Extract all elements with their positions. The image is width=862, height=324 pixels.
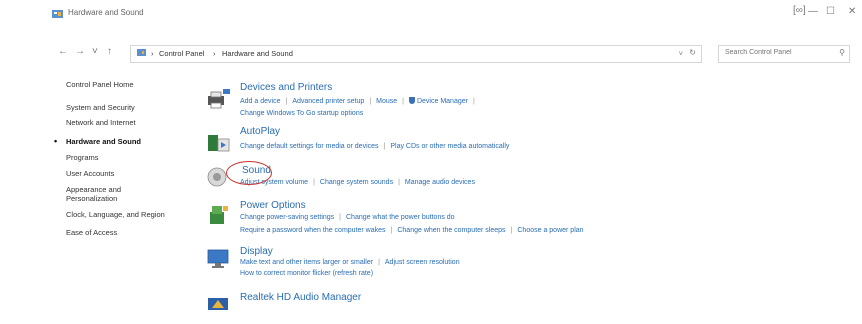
change-power-saving-link[interactable]: Change power-saving settings — [240, 214, 334, 221]
devices-and-printers-link[interactable]: Devices and Printers — [240, 82, 332, 93]
sidebar-item-control-panel-home[interactable]: Control Panel Home — [66, 80, 134, 89]
printer-icon — [208, 89, 230, 109]
sidebar-item-clock-language-region[interactable]: Clock, Language, and Region — [66, 210, 165, 219]
link-row: Change power-saving settings | Change what… — [240, 214, 455, 221]
recent-locations-button[interactable]: ˅ — [92, 46, 98, 57]
chevron-down-icon[interactable]: ˅ — [679, 49, 683, 58]
address-bar: ← → ˅ ↑ › Control Panel › Hardware and S… — [0, 40, 862, 63]
separator: | — [398, 179, 400, 186]
change-power-buttons-link[interactable]: Change what the power buttons do — [346, 214, 455, 221]
separator: | — [313, 179, 315, 186]
change-default-settings-link[interactable]: Change default settings for media or dev… — [240, 143, 379, 150]
adjust-screen-resolution-link[interactable]: Adjust screen resolution — [385, 259, 460, 266]
change-windows-to-go-link[interactable]: Change Windows To Go startup options — [240, 110, 363, 117]
link-row: Adjust system volume | Change system sound… — [240, 179, 475, 186]
minimize-button[interactable]: — — [808, 6, 818, 17]
play-cds-link[interactable]: Play CDs or other media automatically — [390, 143, 509, 150]
link-row: How to correct monitor flicker (refresh … — [240, 270, 373, 277]
link-row: Make text and other items larger or smal… — [240, 259, 460, 266]
sidebar-item-network-and-internet[interactable]: Network and Internet — [66, 118, 136, 127]
up-button[interactable]: ↑ — [107, 46, 112, 57]
link-row: Change default settings for media or dev… — [240, 143, 509, 150]
separator: | — [472, 98, 475, 105]
title-bar: Hardware and Sound [∞] — ☐ ✕ — [0, 0, 862, 28]
forward-button[interactable]: → — [75, 46, 85, 57]
mouse-link[interactable]: Mouse — [376, 98, 397, 105]
separator: | — [339, 214, 341, 221]
sidebar-item-label: Hardware and Sound — [66, 137, 142, 146]
link-row: Require a password when the computer wak… — [240, 227, 584, 234]
sidebar-item-ease-of-access[interactable]: Ease of Access — [66, 228, 117, 237]
advanced-printer-setup-link[interactable]: Advanced printer setup — [292, 98, 364, 105]
manage-audio-devices-link[interactable]: Manage audio devices — [405, 179, 475, 186]
sidebar-item-personalization[interactable]: Personalization — [66, 194, 117, 203]
breadcrumb-control-panel[interactable]: Control Panel — [159, 49, 204, 58]
breadcrumb-separator: › — [213, 49, 216, 58]
annotation-circle — [226, 161, 272, 185]
extra-icon[interactable]: [∞] — [793, 5, 806, 16]
sidebar-item-appearance[interactable]: Appearance and — [66, 185, 121, 194]
separator: | — [390, 227, 393, 234]
back-button[interactable]: ← — [58, 46, 68, 57]
sidebar-item-programs[interactable]: Programs — [66, 153, 99, 162]
window-title: Hardware and Sound — [68, 8, 144, 17]
autoplay-link[interactable]: AutoPlay — [240, 126, 280, 137]
display-link[interactable]: Display — [240, 246, 273, 257]
autoplay-icon — [208, 135, 230, 152]
power-options-link[interactable]: Power Options — [240, 200, 306, 211]
breadcrumb[interactable]: › Control Panel › Hardware and Sound ˅ ↻ — [130, 45, 702, 63]
control-panel-small-icon — [137, 49, 146, 56]
search-icon[interactable]: ⚲ — [839, 48, 845, 57]
close-button[interactable]: ✕ — [848, 6, 856, 17]
realtek-audio-icon — [208, 298, 228, 310]
device-manager-link[interactable]: Device Manager — [417, 98, 468, 105]
choose-power-plan-link[interactable]: Choose a power plan — [517, 227, 583, 234]
separator: | — [383, 143, 386, 150]
require-password-link[interactable]: Require a password when the computer wak… — [240, 227, 386, 234]
sidebar-item-system-and-security[interactable]: System and Security — [66, 103, 135, 112]
link-row: Add a device | Advanced printer setup | Mous… — [240, 97, 480, 105]
active-bullet: • — [54, 136, 58, 146]
separator: | — [285, 98, 288, 105]
power-options-icon — [210, 206, 228, 224]
refresh-icon[interactable]: ↻ — [689, 48, 696, 57]
realtek-hd-audio-manager-link[interactable]: Realtek HD Audio Manager — [240, 292, 361, 303]
link-row: Change Windows To Go startup options — [240, 110, 363, 117]
maximize-button[interactable]: ☐ — [826, 6, 835, 17]
make-text-larger-link[interactable]: Make text and other items larger or smal… — [240, 259, 373, 266]
separator: | — [369, 98, 372, 105]
shield-icon — [408, 97, 415, 104]
search-box[interactable]: ⚲ — [718, 45, 850, 63]
change-system-sounds-link[interactable]: Change system sounds — [320, 179, 393, 186]
separator: | — [402, 98, 404, 105]
breadcrumb-hardware-and-sound[interactable]: Hardware and Sound — [222, 49, 293, 58]
separator: | — [378, 259, 380, 266]
change-sleep-link[interactable]: Change when the computer sleeps — [397, 227, 505, 234]
sidebar-item-user-accounts[interactable]: User Accounts — [66, 169, 114, 178]
monitor-flicker-link[interactable]: How to correct monitor flicker (refresh … — [240, 270, 373, 277]
add-device-link[interactable]: Add a device — [240, 98, 280, 105]
search-input[interactable] — [725, 49, 825, 56]
monitor-icon — [207, 249, 229, 268]
separator: | — [510, 227, 513, 234]
breadcrumb-separator: › — [151, 49, 154, 58]
control-panel-icon — [52, 10, 63, 18]
sidebar-item-hardware-and-sound[interactable]: • Hardware and Sound — [54, 137, 142, 147]
